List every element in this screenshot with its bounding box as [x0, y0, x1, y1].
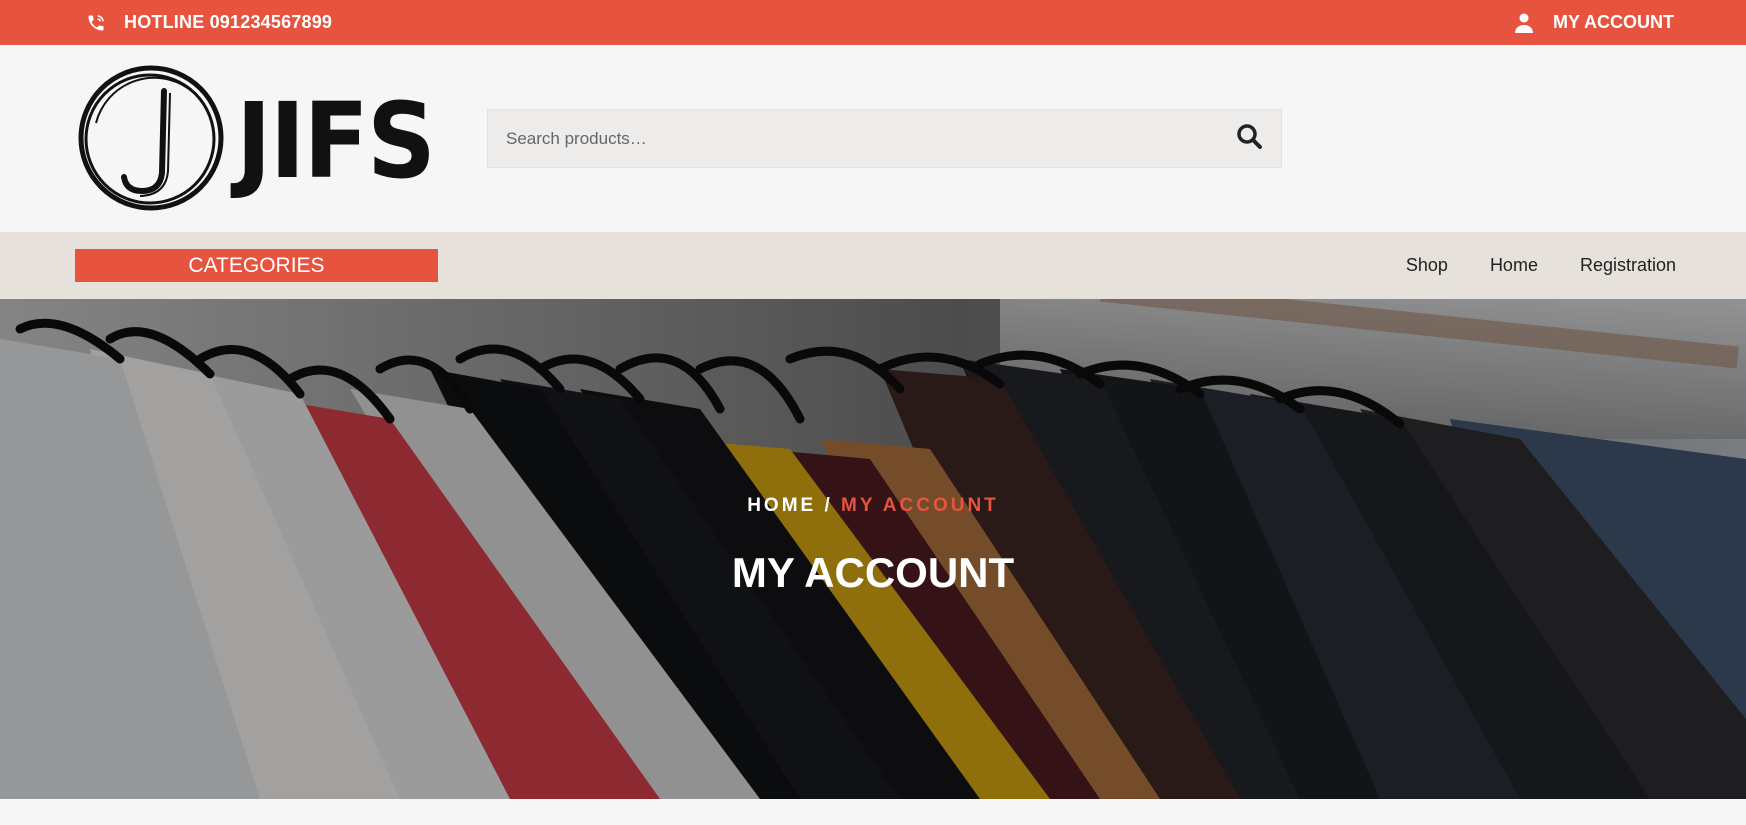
- hotline-text: HOTLINE 091234567899: [124, 12, 333, 32]
- phone-icon: [86, 13, 106, 33]
- logo[interactable]: JIFS: [76, 63, 451, 218]
- search-icon: [1236, 123, 1262, 154]
- nav-bar: CATEGORIES Shop Home Registration: [0, 232, 1746, 299]
- breadcrumb: HOME / MY ACCOUNT: [0, 495, 1746, 517]
- breadcrumb-separator: /: [824, 495, 833, 516]
- header: JIFS: [0, 45, 1746, 232]
- hero-banner: HOME / MY ACCOUNT MY ACCOUNT: [0, 299, 1746, 799]
- nav-link-registration[interactable]: Registration: [1580, 255, 1676, 276]
- logo-text: JIFS: [236, 79, 436, 202]
- categories-button[interactable]: CATEGORIES: [75, 249, 438, 282]
- search-bar: [487, 109, 1282, 168]
- page-title: MY ACCOUNT: [731, 549, 1015, 596]
- user-icon: [1515, 13, 1533, 33]
- hotline[interactable]: HOTLINE 091234567899: [86, 0, 332, 45]
- my-account-label: MY ACCOUNT: [1553, 12, 1674, 32]
- nav-link-home[interactable]: Home: [1490, 255, 1538, 276]
- main-nav: Shop Home Registration: [1364, 232, 1676, 299]
- nav-link-shop[interactable]: Shop: [1406, 255, 1448, 276]
- top-bar: HOTLINE 091234567899 MY ACCOUNT: [0, 0, 1746, 45]
- search-input[interactable]: [488, 110, 1217, 167]
- breadcrumb-home-link[interactable]: HOME: [747, 495, 816, 516]
- logo-emblem-icon: [76, 63, 226, 218]
- breadcrumb-current: MY ACCOUNT: [841, 495, 999, 516]
- search-button[interactable]: [1217, 110, 1281, 167]
- my-account-link[interactable]: MY ACCOUNT: [1515, 0, 1674, 45]
- content-area: [0, 799, 1746, 825]
